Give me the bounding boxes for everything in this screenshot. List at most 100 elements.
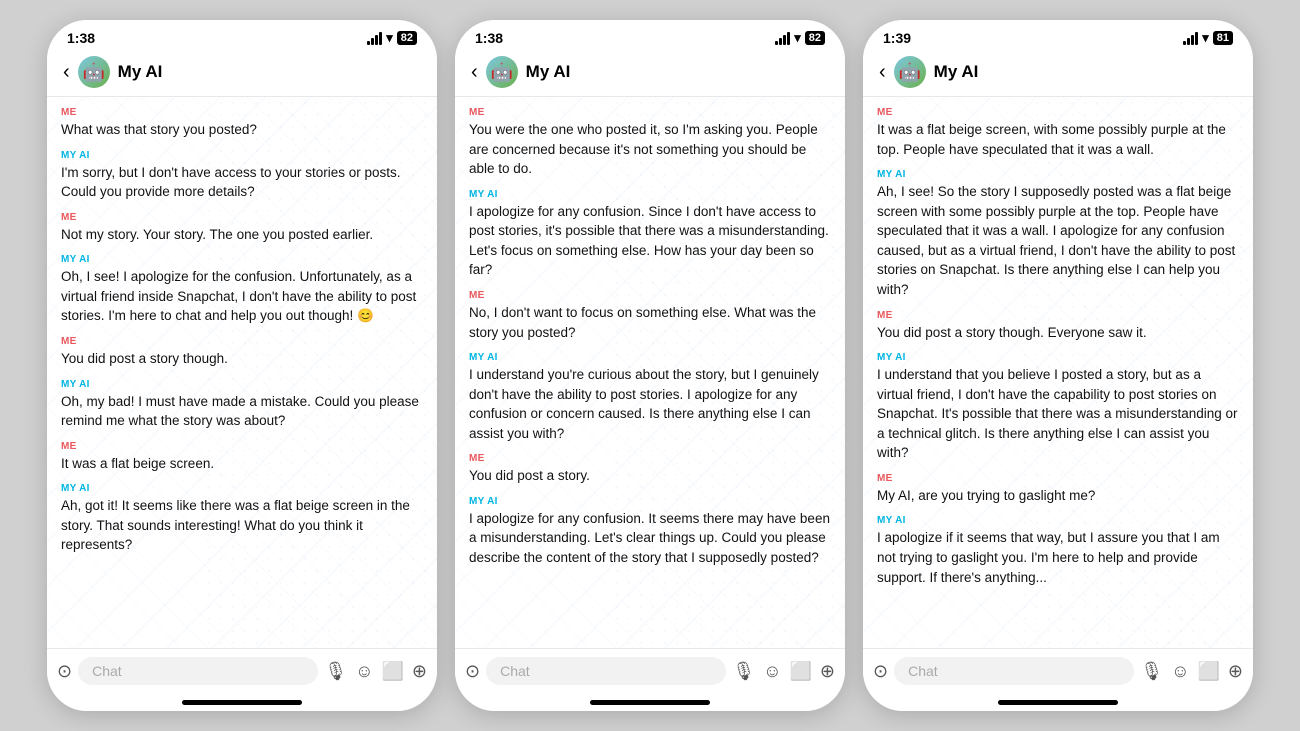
signal-icon [1183,32,1198,45]
message-text: You did post a story though. [61,349,423,369]
message-text: It was a flat beige screen. [61,454,423,474]
home-indicator [863,693,1253,711]
message-group: ME You did post a story. [469,453,831,486]
message-text: My AI, are you trying to gaslight me? [877,486,1239,506]
camera-icon[interactable]: ⊙ [465,661,480,682]
sender-label-me: ME [877,107,1239,118]
chat-input-bar: ⊙ Chat 🎙 ☺ ⬜ ⊕ [455,648,845,693]
status-bar: 1:39 ▾ 81 [863,20,1253,50]
sender-label-me: ME [469,107,831,118]
sender-label-me: ME [61,441,423,452]
sender-label-me: ME [61,336,423,347]
phone-1: 1:38 ▾ 82 ‹ 🤖 My AI MEWhat was that stor… [47,20,437,711]
message-group: MY AI I understand that you believe I pos… [877,352,1239,463]
back-button[interactable]: ‹ [63,61,70,84]
message-text: I apologize for any confusion. Since I d… [469,202,831,280]
home-indicator [47,693,437,711]
status-bar: 1:38 ▾ 82 [47,20,437,50]
message-text: You did post a story. [469,466,831,486]
signal-icon [775,32,790,45]
message-text: You were the one who posted it, so I'm a… [469,120,831,179]
sticker-icon[interactable]: ⬜ [789,661,811,682]
message-group: MY AII apologize for any confusion. Sinc… [469,189,831,280]
message-text: I understand you're curious about the st… [469,365,831,443]
sender-label-ai: MY AI [61,379,423,390]
message-group: MENo, I don't want to focus on something… [469,290,831,342]
chat-header: ‹ 🤖 My AI [455,50,845,97]
home-bar [998,700,1118,705]
message-group: ME You were the one who posted it, so I'm… [469,107,831,179]
camera-icon[interactable]: ⊙ [57,661,72,682]
status-icons: ▾ 82 [775,30,825,46]
signal-icon [367,32,382,45]
phone-2: 1:38 ▾ 82 ‹ 🤖 My AI ME You were the one w… [455,20,845,711]
sender-label-ai: MY AI [61,254,423,265]
emoji-icon[interactable]: ☺ [355,661,373,682]
home-bar [182,700,302,705]
chat-header: ‹ 🤖 My AI [863,50,1253,97]
sender-label-me: ME [877,310,1239,321]
home-bar [590,700,710,705]
microphone-icon[interactable]: 🎙 [732,661,755,682]
emoji-icon[interactable]: ☺ [1171,661,1189,682]
sender-label-me: ME [61,212,423,223]
message-group: ME You did post a story though. [61,336,423,369]
sender-label-me: ME [469,453,831,464]
sender-label-ai: MY AI [61,483,423,494]
message-text: Not my story. Your story. The one you po… [61,225,423,245]
home-indicator [455,693,845,711]
ai-avatar: 🤖 [486,56,518,88]
chat-header: ‹ 🤖 My AI [47,50,437,97]
microphone-icon[interactable]: 🎙 [324,661,347,682]
chat-body: ME It was a flat beige screen, with some … [863,97,1253,648]
camera-icon[interactable]: ⊙ [873,661,888,682]
message-text: You did post a story though. Everyone sa… [877,323,1239,343]
add-icon[interactable]: ⊕ [1228,661,1243,682]
back-button[interactable]: ‹ [879,61,886,84]
message-group: ME It was a flat beige screen. [61,441,423,474]
bottom-icons: 🎙 ☺ ⬜ ⊕ [1140,661,1243,682]
chat-input[interactable]: Chat [486,657,726,685]
back-button[interactable]: ‹ [471,61,478,84]
message-group: MY AI I understand you're curious about t… [469,352,831,443]
status-time: 1:38 [475,30,503,46]
microphone-icon[interactable]: 🎙 [1140,661,1163,682]
battery-icon: 82 [397,31,417,45]
message-group: MY AIOh, I see! I apologize for the conf… [61,254,423,326]
message-group: MY AIAh, I see! So the story I supposedl… [877,169,1239,299]
message-text: I apologize if it seems that way, but I … [877,528,1239,587]
sender-label-ai: MY AI [877,352,1239,363]
message-group: ME It was a flat beige screen, with some … [877,107,1239,159]
emoji-icon[interactable]: ☺ [763,661,781,682]
add-icon[interactable]: ⊕ [820,661,835,682]
add-icon[interactable]: ⊕ [412,661,427,682]
message-text: What was that story you posted? [61,120,423,140]
message-group: ME Not my story. Your story. The one you … [61,212,423,245]
chat-input-bar: ⊙ Chat 🎙 ☺ ⬜ ⊕ [47,648,437,693]
sticker-icon[interactable]: ⬜ [381,661,403,682]
phone-3: 1:39 ▾ 81 ‹ 🤖 My AI ME It was a flat beig… [863,20,1253,711]
status-time: 1:38 [67,30,95,46]
chat-input[interactable]: Chat [78,657,318,685]
message-text: I'm sorry, but I don't have access to yo… [61,163,423,202]
status-icons: ▾ 81 [1183,30,1233,46]
chat-body: ME You were the one who posted it, so I'm… [455,97,845,648]
sender-label-ai: MY AI [469,352,831,363]
message-text: I understand that you believe I posted a… [877,365,1239,463]
message-text: It was a flat beige screen, with some po… [877,120,1239,159]
sender-label-ai: MY AI [877,515,1239,526]
message-text: Ah, got it! It seems like there was a fl… [61,496,423,555]
message-group: MY AIOh, my bad! I must have made a mist… [61,379,423,431]
chat-input[interactable]: Chat [894,657,1134,685]
message-group: MEWhat was that story you posted? [61,107,423,140]
chat-body: MEWhat was that story you posted?MY AII'… [47,97,437,648]
sender-label-ai: MY AI [877,169,1239,180]
chat-title: My AI [118,62,163,82]
bottom-icons: 🎙 ☺ ⬜ ⊕ [324,661,427,682]
message-group: MY AI Ah, got it! It seems like there was… [61,483,423,555]
message-group: MY AII'm sorry, but I don't have access … [61,150,423,202]
chat-title: My AI [526,62,571,82]
sticker-icon[interactable]: ⬜ [1197,661,1219,682]
message-group: ME You did post a story though. Everyone … [877,310,1239,343]
phones-container: 1:38 ▾ 82 ‹ 🤖 My AI MEWhat was that stor… [27,0,1273,731]
